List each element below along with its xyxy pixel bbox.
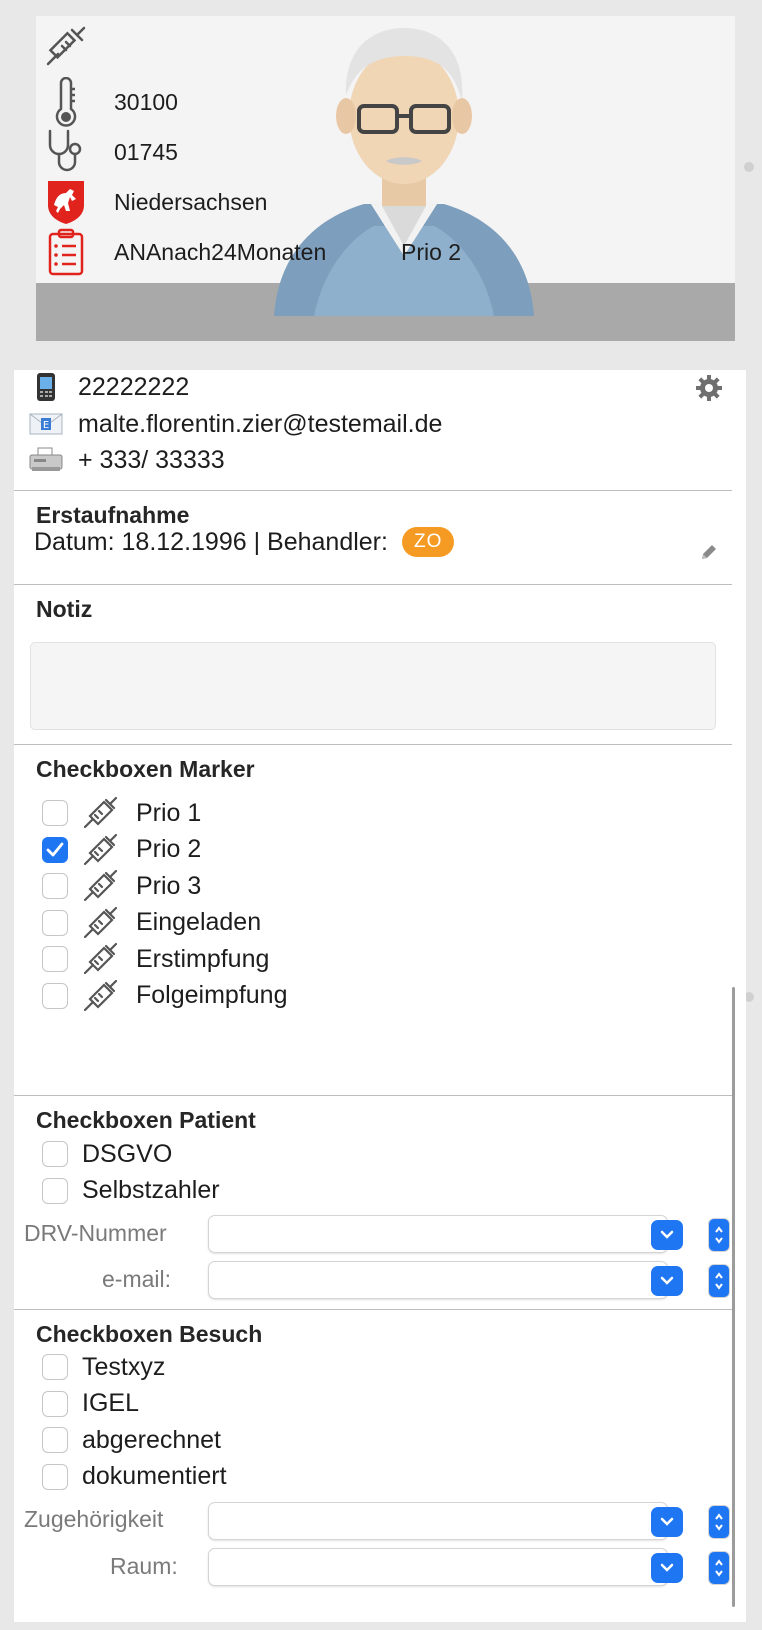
zugehoerigkeit-stepper[interactable] — [708, 1505, 730, 1539]
header-row-vaccine — [44, 24, 88, 68]
syringe-icon — [82, 979, 118, 1013]
marker-section-title: Checkboxen Marker — [36, 756, 255, 782]
zugehoerigkeit-combobox[interactable] — [208, 1502, 683, 1540]
checkbox[interactable] — [42, 800, 68, 826]
marker-checkbox-row[interactable]: Eingeladen — [42, 906, 261, 940]
marker-checkbox-row[interactable]: Folgeimpfung — [42, 979, 287, 1013]
patient-detail-panel: 22222222 E malte.florentin.zier@testemai… — [14, 370, 746, 1622]
header-row-thermometer: 30100 — [44, 77, 178, 127]
separator — [14, 744, 732, 745]
thermometer-icon — [44, 77, 88, 127]
erstaufnahme-title: Erstaufnahme — [36, 502, 190, 528]
marker-checkbox-row[interactable]: Prio 1 — [42, 796, 201, 830]
raum-stepper[interactable] — [708, 1551, 730, 1585]
besuch-checkbox-label: abgerechnet — [82, 1425, 222, 1454]
chevron-down-icon[interactable] — [651, 1266, 683, 1296]
checkbox[interactable] — [42, 1354, 68, 1380]
besuch-checkbox-label: IGEL — [82, 1389, 139, 1417]
besuch-checkbox-row[interactable]: IGEL — [42, 1387, 139, 1421]
header-row-state: Niedersachsen — [44, 180, 267, 224]
marker-checkbox-label: Prio 1 — [136, 798, 202, 827]
patient-checkbox-label: Selbstzahler — [82, 1176, 220, 1204]
syringe-icon — [82, 833, 118, 867]
chevron-down-icon[interactable] — [651, 1220, 683, 1250]
drv-nummer-stepper[interactable] — [708, 1218, 730, 1252]
marker-checkbox-row[interactable]: Erstimpfung — [42, 942, 269, 976]
checkbox[interactable] — [42, 836, 68, 863]
email-stepper[interactable] — [708, 1264, 730, 1298]
contact-phone-row: 22222222 — [28, 372, 189, 402]
syringe-icon — [82, 942, 118, 976]
drv-nummer-combobox[interactable] — [208, 1215, 683, 1253]
vertical-scrollbar[interactable] — [732, 987, 735, 1607]
marker-checkbox-label: Erstimpfung — [136, 944, 270, 973]
checkbox[interactable] — [42, 1463, 68, 1490]
besuch-checkbox-row[interactable]: dokumentiert — [42, 1460, 227, 1494]
side-dot — [744, 162, 754, 172]
gear-icon[interactable] — [694, 373, 724, 403]
checkbox[interactable] — [42, 1427, 68, 1453]
patient-header-card: 30100 01745 Niedersachsen ANAnach24Monat… — [36, 16, 735, 341]
stethoscope-icon — [44, 129, 88, 174]
chevron-down-icon[interactable] — [651, 1553, 683, 1583]
besuch-section-title: Checkboxen Besuch — [36, 1321, 263, 1347]
marker-checkbox-label: Prio 2 — [136, 835, 202, 863]
checkbox[interactable] — [42, 1141, 68, 1167]
erstaufnahme-info: Datum: 18.12.1996 | Behandler: — [34, 527, 388, 556]
patient-section-title: Checkboxen Patient — [36, 1107, 256, 1133]
syringe-icon — [82, 796, 118, 830]
checkbox[interactable] — [42, 909, 68, 936]
checkbox[interactable] — [42, 1177, 68, 1204]
contact-email-row: E malte.florentin.zier@testemail.de — [28, 409, 442, 439]
chevron-down-icon[interactable] — [651, 1507, 683, 1537]
patient-checkbox-row[interactable]: Selbstzahler — [42, 1174, 220, 1208]
raum-label: Raum: — [110, 1553, 178, 1579]
besuch-checkbox-row[interactable]: abgerechnet — [42, 1423, 221, 1457]
zugehoerigkeit-label: Zugehörigkeit — [24, 1506, 164, 1532]
marker-checkbox-row[interactable]: Prio 3 — [42, 869, 201, 903]
email-combobox[interactable] — [208, 1261, 683, 1299]
marker-checkbox-row[interactable]: Prio 2 — [42, 833, 201, 867]
besuch-checkbox-label: dokumentiert — [82, 1462, 227, 1490]
fax-icon — [28, 445, 64, 475]
syringe-icon — [44, 24, 88, 68]
svg-text:E: E — [43, 420, 49, 431]
marker-checkbox-label: Eingeladen — [136, 908, 262, 936]
mobile-phone-icon — [28, 372, 64, 402]
besuch-checkbox-row[interactable]: Testxyz — [42, 1350, 165, 1384]
patient-avatar — [274, 28, 534, 316]
clipboard-list-icon — [44, 228, 88, 276]
raum-combobox[interactable] — [208, 1548, 683, 1586]
notiz-textarea[interactable] — [30, 642, 716, 730]
header-row-recall: ANAnach24Monaten Prio 2 — [44, 228, 461, 276]
separator — [14, 1309, 732, 1310]
separator — [14, 584, 732, 585]
patient-checkbox-label: DSGVO — [82, 1139, 173, 1168]
checkbox[interactable] — [42, 873, 68, 899]
separator — [14, 490, 732, 491]
email-icon: E — [28, 409, 64, 439]
marker-checkbox-label: Prio 3 — [136, 871, 202, 900]
separator — [14, 1095, 732, 1096]
erstaufnahme-line: Datum: 18.12.1996 | Behandler: ZO — [34, 527, 455, 557]
email-field-label: e-mail: — [102, 1266, 172, 1292]
header-row-stethoscope: 01745 — [44, 129, 178, 174]
contact-fax-row: + 333/ 33333 — [28, 445, 225, 475]
notiz-title: Notiz — [36, 596, 93, 622]
syringe-icon — [82, 906, 118, 940]
syringe-icon — [82, 869, 118, 903]
checkbox[interactable] — [42, 1390, 68, 1417]
patient-checkbox-row[interactable]: DSGVO — [42, 1137, 172, 1171]
drv-nummer-label: DRV-Nummer — [24, 1220, 167, 1246]
checkbox[interactable] — [42, 946, 68, 972]
niedersachsen-crest-icon — [44, 180, 88, 224]
behandler-badge: ZO — [401, 527, 455, 557]
besuch-checkbox-label: Testxyz — [82, 1352, 166, 1381]
marker-checkbox-label: Folgeimpfung — [136, 981, 288, 1009]
checkbox[interactable] — [42, 982, 68, 1009]
edit-pencil-icon[interactable] — [699, 542, 719, 562]
